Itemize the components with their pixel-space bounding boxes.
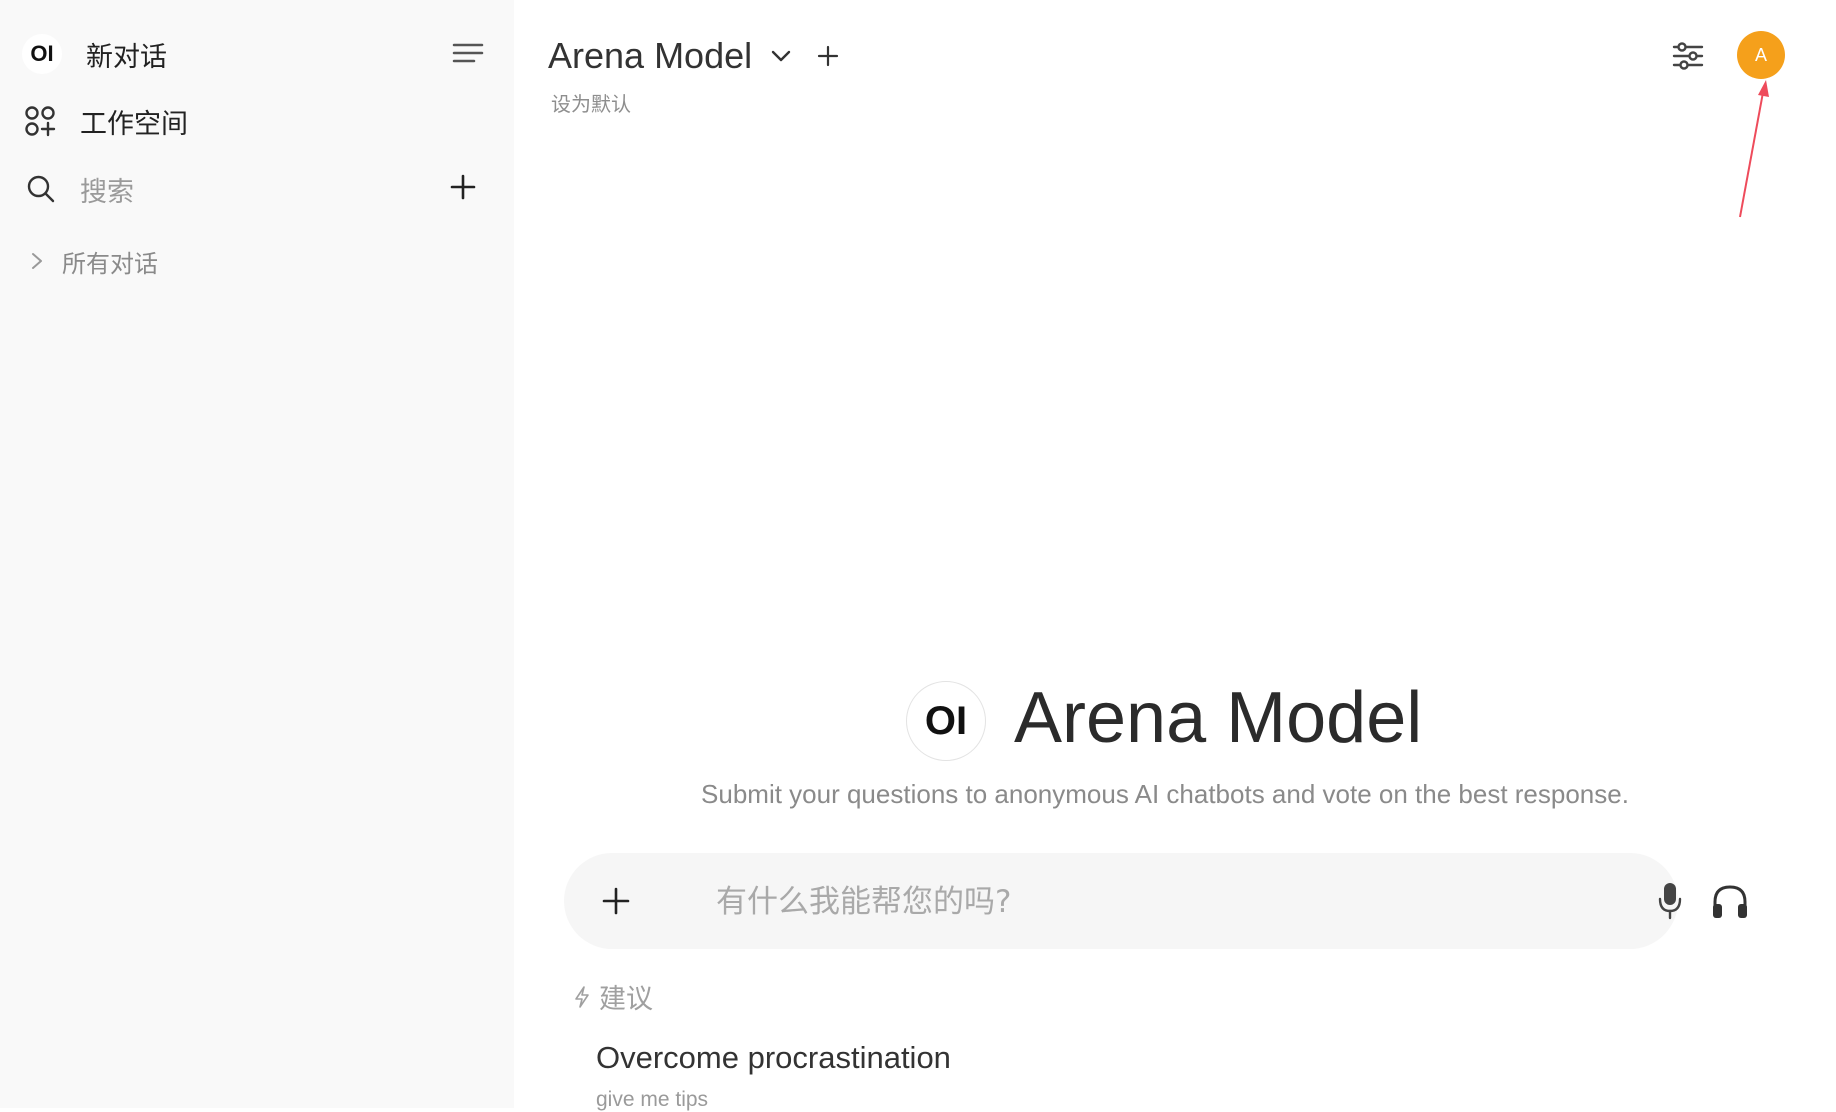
all-chats-label: 所有对话 [62,249,158,278]
suggestion-title: Overcome procrastination [596,1040,951,1075]
voice-mode-headphones-icon[interactable] [1708,880,1752,924]
set-default-link[interactable]: 设为默认 [551,88,631,117]
hero-logo: OI [906,681,986,761]
chat-input-container [564,853,1682,951]
suggestions-label: 建议 [599,984,653,1015]
app-logo: OI [22,34,62,74]
chat-input[interactable] [714,853,1618,951]
suggestion-subtitle: give me tips [596,1088,709,1111]
new-chat-label: 新对话 [86,41,167,73]
workspace-icon [24,105,56,137]
hero-subtitle: Submit your questions to anonymous AI ch… [701,779,1629,809]
controls-icon[interactable] [1670,38,1706,74]
annotation-arrow-icon [1739,80,1769,218]
microphone-icon[interactable] [1652,879,1688,923]
attach-plus-icon[interactable] [598,883,634,919]
avatar-initial: A [1754,44,1767,65]
model-name: Arena Model [548,35,753,76]
hero-title: Arena Model [1014,678,1423,758]
suggestions-header: 建议 [573,977,653,1016]
sidebar-item-workspace[interactable]: 工作空间 [24,100,188,142]
search-placeholder: 搜索 [80,176,134,208]
chevron-right-icon [30,251,44,271]
chevron-down-icon [770,49,792,63]
new-chat-button[interactable]: OI 新对话 [22,33,167,75]
lightning-icon [573,985,591,1009]
search-icon [26,174,56,204]
main-panel: Arena Model 设为默认 A OI Arena Model Submit… [514,0,1836,1111]
add-model-icon[interactable] [814,42,842,70]
add-chat-icon[interactable] [448,172,478,202]
all-chats-folder[interactable]: 所有对话 [30,245,158,278]
suggestion-item[interactable]: Overcome procrastination give me tips [596,1040,1196,1112]
avatar[interactable]: A [1737,31,1785,79]
sidebar-toggle-icon[interactable] [450,38,486,68]
sidebar: OI 新对话 工作空间 搜索 所有对话 [0,0,514,1108]
search-field[interactable]: 搜索 [26,168,134,210]
model-selector[interactable]: Arena Model [548,32,792,80]
workspace-label: 工作空间 [80,108,188,140]
